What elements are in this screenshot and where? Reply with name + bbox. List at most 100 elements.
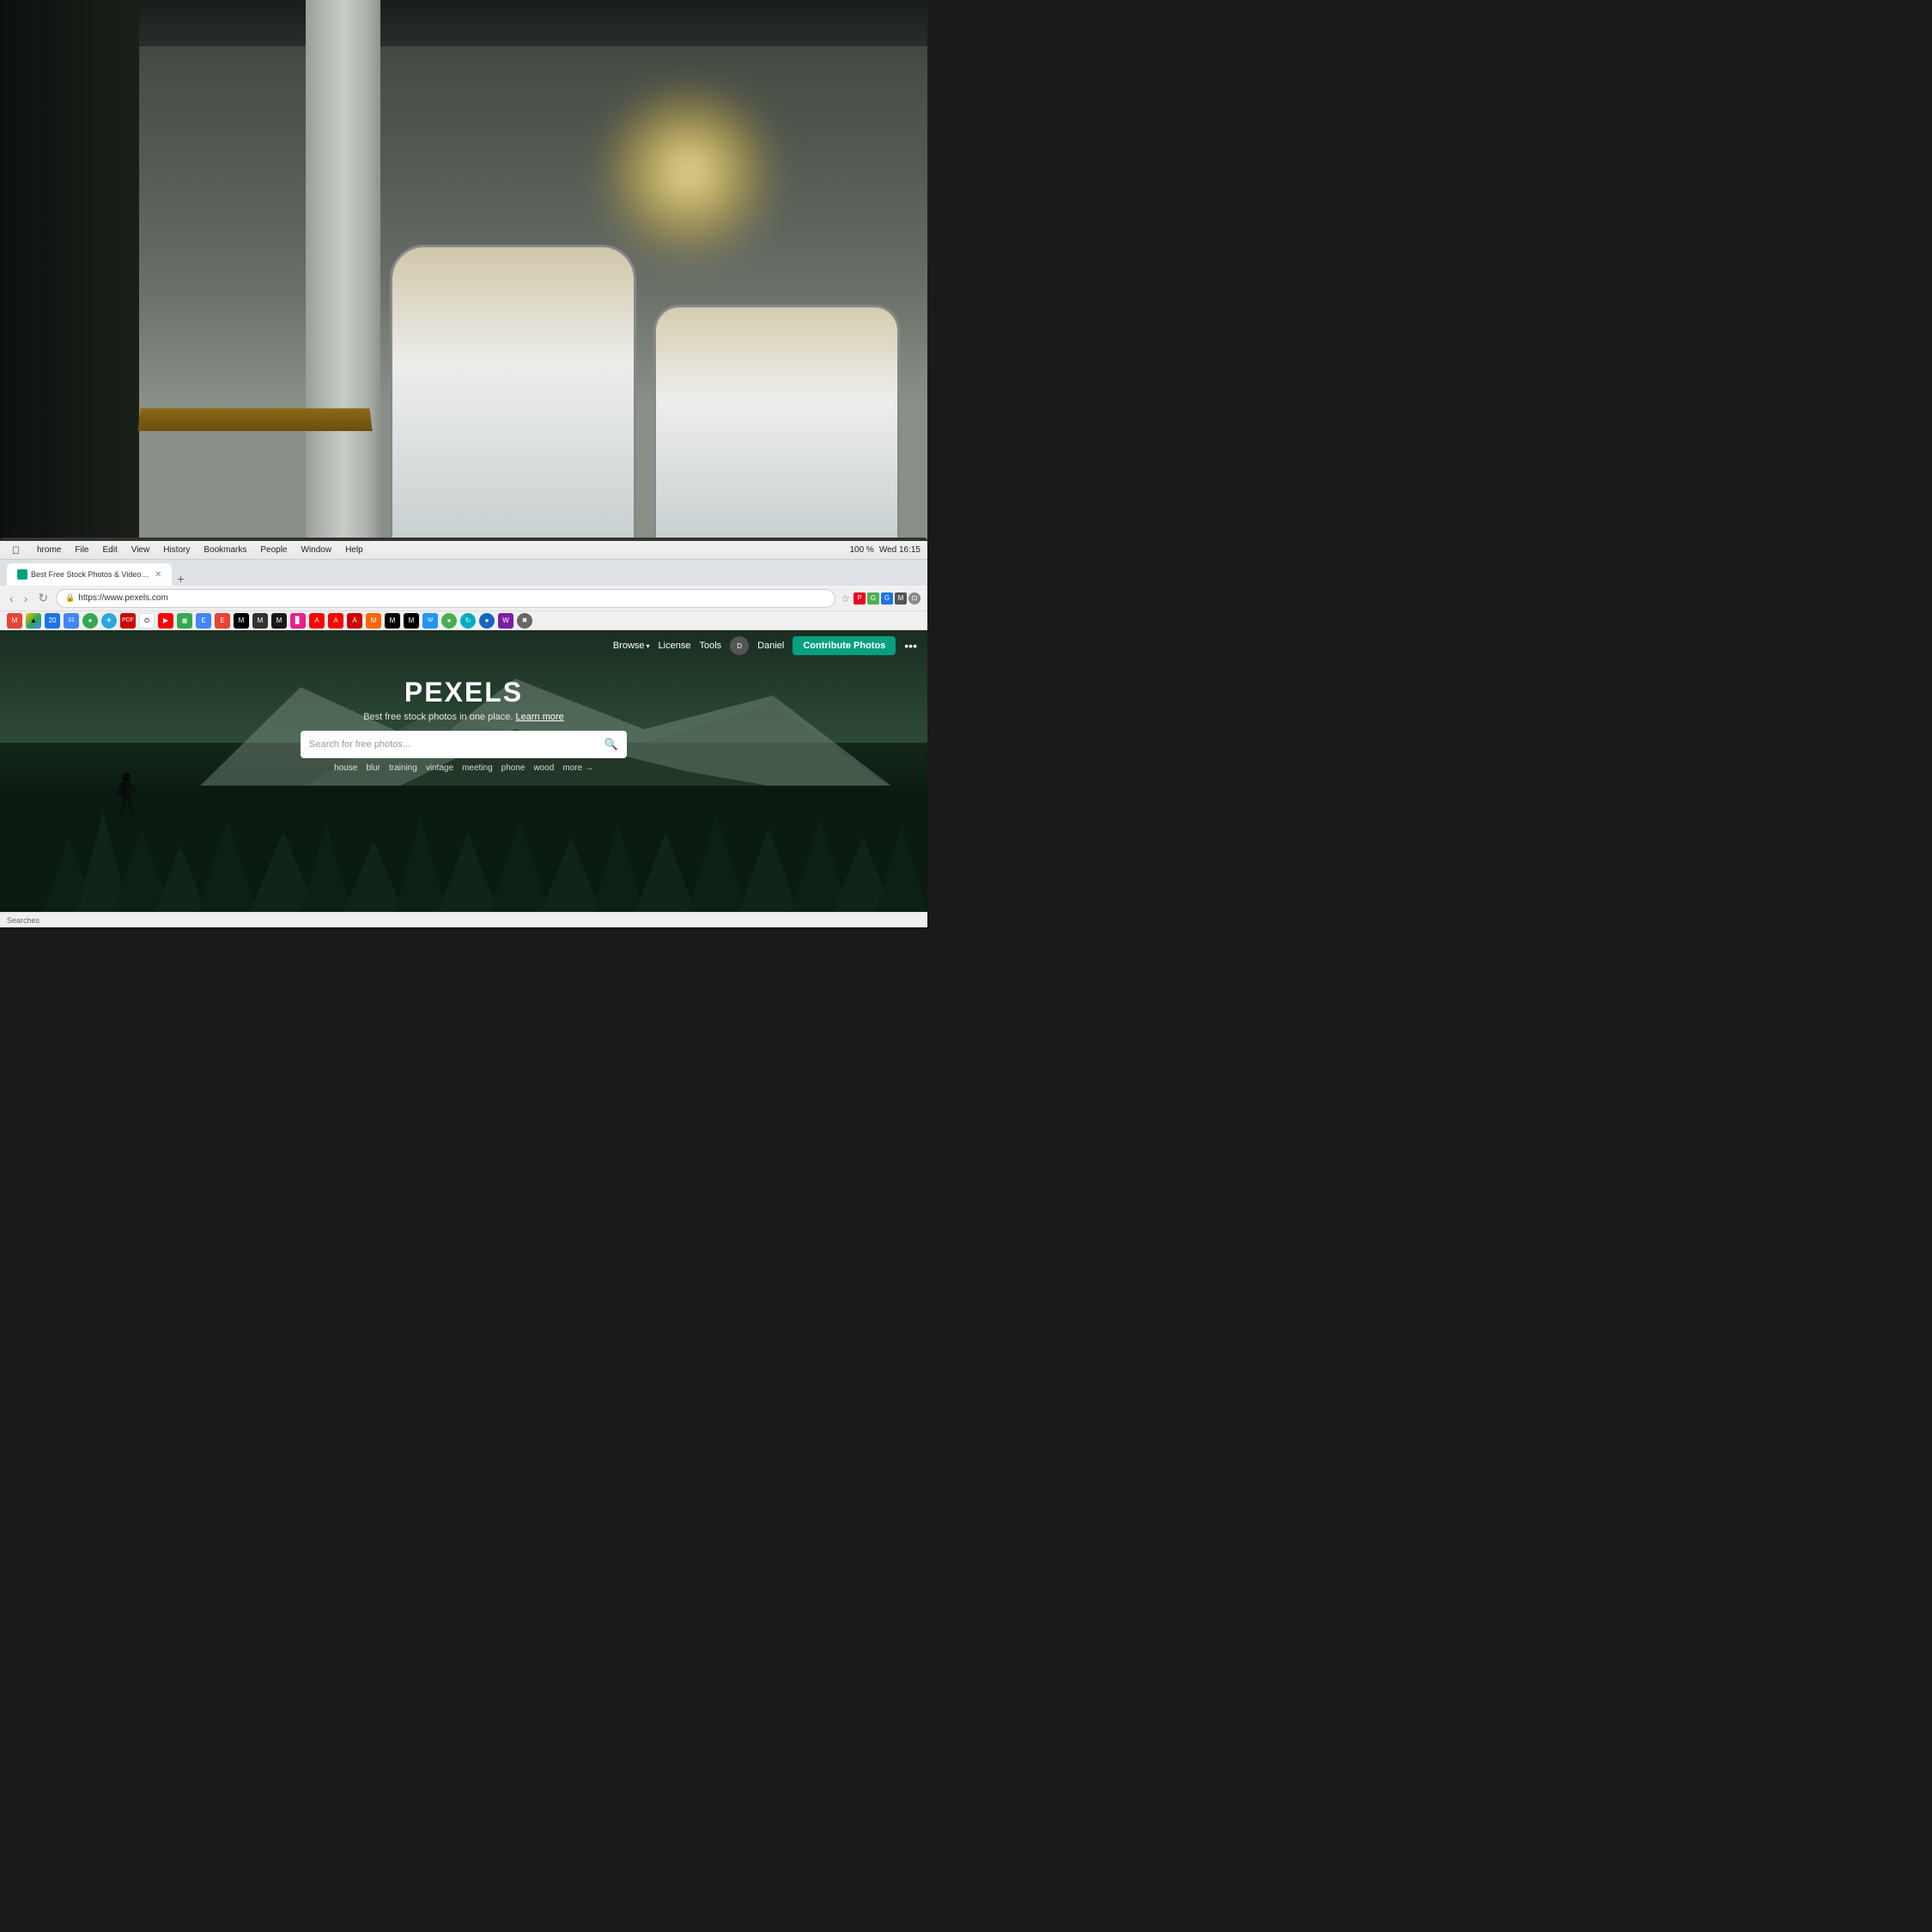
- tb-cal-blue[interactable]: 20: [45, 613, 60, 629]
- tb-blue-circle[interactable]: ●: [479, 613, 495, 629]
- tb-medium4[interactable]: M: [404, 613, 419, 629]
- reload-button[interactable]: ↻: [35, 591, 51, 605]
- window-2: [653, 305, 900, 546]
- menu-window[interactable]: Window: [296, 544, 337, 556]
- apple-menu[interactable]: : [7, 544, 25, 557]
- time-display: Wed 16:15: [879, 545, 920, 555]
- active-tab[interactable]: Best Free Stock Photos & Videos Shared b…: [7, 563, 172, 586]
- person-silhouette: [112, 772, 142, 828]
- contribute-photos-button[interactable]: Contribute Photos: [793, 636, 896, 655]
- toolbar-icons-group: M ▲ 20 31 ● ✈ PDF ⊙ ▶ ▦ E E M M M ▊ A A …: [7, 613, 532, 629]
- tb-bar-chart[interactable]: ▊: [290, 613, 306, 629]
- pexels-title: PEXELS: [404, 677, 523, 708]
- tb-ext3[interactable]: M: [252, 613, 268, 629]
- browser-status-bar: Searches: [0, 912, 927, 927]
- tb-ext1[interactable]: E: [196, 613, 211, 629]
- tag-training[interactable]: training: [389, 763, 417, 773]
- ext-dark[interactable]: M: [895, 592, 907, 605]
- tb-medium3[interactable]: M: [385, 613, 400, 629]
- tb-adobe[interactable]: A: [309, 613, 325, 629]
- menu-file[interactable]: File: [70, 544, 94, 556]
- tb-ext6[interactable]: W: [422, 613, 438, 629]
- extensions-toolbar: M ▲ 20 31 ● ✈ PDF ⊙ ▶ ▦ E E M M M ▊ A A …: [0, 611, 927, 630]
- forward-button[interactable]: ›: [21, 592, 31, 605]
- back-button[interactable]: ‹: [7, 592, 16, 605]
- tab-close-button[interactable]: ✕: [155, 570, 161, 580]
- ext-green[interactable]: G: [867, 592, 879, 605]
- browse-link[interactable]: Browse ▾: [613, 641, 650, 651]
- tb-medium[interactable]: M: [234, 613, 249, 629]
- tb-cal-blue2[interactable]: 31: [64, 613, 79, 629]
- left-dark-area: [0, 0, 139, 575]
- hero-content: PEXELS Best free stock photos in one pla…: [0, 663, 927, 773]
- search-tags: house blur training vintage meeting phon…: [334, 763, 593, 773]
- desk: [137, 409, 372, 431]
- tb-youtube[interactable]: ▶: [158, 613, 173, 629]
- search-box[interactable]: Search for free photos... 🔍: [301, 731, 627, 758]
- url-text: https://www.pexels.com: [78, 593, 167, 603]
- tb-ext8[interactable]: W: [498, 613, 513, 629]
- status-text: Searches: [7, 916, 39, 925]
- nav-right: Browse ▾ License Tools D Daniel Contribu…: [613, 636, 917, 655]
- tag-house[interactable]: house: [334, 763, 357, 773]
- tb-ext9[interactable]: ✖: [517, 613, 532, 629]
- ext-pinterest[interactable]: P: [854, 592, 866, 605]
- system-tray: 100 % Wed 16:15: [849, 545, 920, 555]
- bookmark-star[interactable]: ☆: [841, 592, 850, 605]
- menu-help[interactable]: Help: [340, 544, 368, 556]
- tag-more[interactable]: more →: [562, 763, 593, 773]
- tb-drive[interactable]: ▲: [26, 613, 41, 629]
- ext-toggle[interactable]: ⊡: [908, 592, 920, 605]
- office-background: [0, 0, 927, 575]
- window-1: [390, 245, 636, 547]
- tb-adobe2[interactable]: A: [328, 613, 343, 629]
- tb-gmail[interactable]: M: [7, 613, 22, 629]
- menu-chrome[interactable]: hrome: [32, 544, 66, 556]
- tab-title: Best Free Stock Photos & Videos Shared b…: [31, 570, 151, 579]
- tb-ext2[interactable]: E: [215, 613, 230, 629]
- tag-phone[interactable]: phone: [501, 763, 526, 773]
- search-placeholder: Search for free photos...: [309, 739, 599, 750]
- tb-refresh[interactable]: ↻: [460, 613, 476, 629]
- license-link[interactable]: License: [659, 641, 691, 651]
- tag-blur[interactable]: blur: [366, 763, 380, 773]
- search-icon[interactable]: 🔍: [605, 738, 618, 751]
- url-input[interactable]: 🔒 https://www.pexels.com: [56, 589, 835, 608]
- windows-area: [390, 143, 900, 546]
- tag-vintage[interactable]: vintage: [426, 763, 453, 773]
- tb-green-circle[interactable]: ●: [82, 613, 98, 629]
- more-options[interactable]: •••: [904, 639, 917, 653]
- tb-pdf[interactable]: PDF: [120, 613, 136, 629]
- menu-view[interactable]: View: [126, 544, 155, 556]
- address-bar: ‹ › ↻ 🔒 https://www.pexels.com ☆ P G G M…: [0, 586, 927, 611]
- menu-people[interactable]: People: [255, 544, 292, 556]
- avatar-initial: D: [737, 642, 742, 650]
- menu-history[interactable]: History: [158, 544, 195, 556]
- tb-ext4[interactable]: M: [271, 613, 287, 629]
- macos-menu-bar:  hrome File Edit View History Bookmarks…: [0, 541, 927, 560]
- new-tab-button[interactable]: +: [177, 572, 184, 586]
- username-label[interactable]: Daniel: [757, 641, 784, 651]
- learn-more-link[interactable]: Learn more: [516, 712, 564, 722]
- tb-chrome[interactable]: ⊙: [139, 613, 155, 629]
- pexels-website: Browse ▾ License Tools D Daniel Contribu…: [0, 630, 927, 912]
- address-bar-actions: ☆ P G G M ⊡: [841, 592, 920, 605]
- user-avatar[interactable]: D: [730, 636, 749, 655]
- menu-edit[interactable]: Edit: [97, 544, 122, 556]
- tb-ext7[interactable]: ●: [441, 613, 457, 629]
- tb-telegram[interactable]: ✈: [101, 613, 117, 629]
- secure-icon: 🔒: [65, 593, 75, 603]
- ext-blue[interactable]: G: [881, 592, 893, 605]
- tb-acrobat[interactable]: A: [347, 613, 362, 629]
- tb-ext5[interactable]: M: [366, 613, 381, 629]
- support-column: [306, 0, 380, 575]
- tag-wood[interactable]: wood: [533, 763, 554, 773]
- extension-icons: P G G M ⊡: [854, 592, 920, 605]
- battery-indicator: 100 %: [849, 545, 873, 555]
- tab-bar: Best Free Stock Photos & Videos Shared b…: [0, 560, 927, 586]
- menu-bookmarks[interactable]: Bookmarks: [198, 544, 252, 556]
- browser-window:  hrome File Edit View History Bookmarks…: [0, 541, 927, 927]
- tb-sheets[interactable]: ▦: [177, 613, 192, 629]
- tools-link[interactable]: Tools: [699, 641, 721, 651]
- tag-meeting[interactable]: meeting: [462, 763, 493, 773]
